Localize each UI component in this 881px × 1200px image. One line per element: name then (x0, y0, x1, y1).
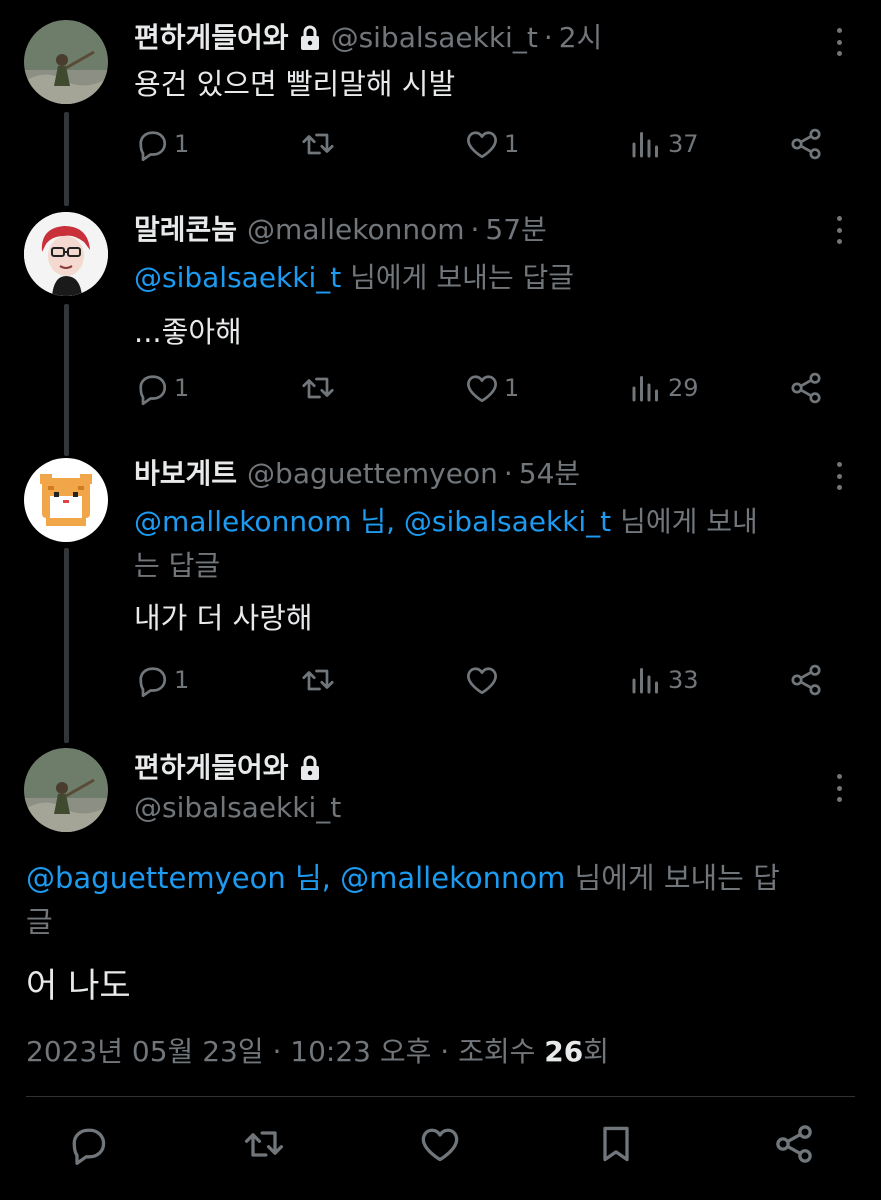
more-options-icon[interactable] (827, 768, 851, 808)
lock-icon (300, 755, 319, 780)
reply-context-wrap: 는 답글 (134, 549, 221, 582)
display-name[interactable]: 말레콘놈 (134, 212, 237, 248)
reply-icon[interactable] (66, 1122, 110, 1166)
avatar[interactable] (24, 212, 108, 296)
separator-dot: · (503, 457, 513, 490)
separator-dot: · (543, 21, 553, 54)
avatar[interactable] (24, 748, 108, 832)
reply-context: @mallekonnom 님, @sibalsaekki_t 님에게 보내 는 … (134, 500, 821, 588)
tweet-actions: 1 1 37 (134, 126, 834, 166)
display-name[interactable]: 바보게트 (134, 456, 237, 492)
views-button[interactable]: 29 (628, 370, 699, 406)
views-icon (632, 132, 658, 158)
thread-connector-line (64, 548, 69, 743)
lock-icon (300, 25, 319, 50)
mention-link[interactable]: @sibalsaekki_t (134, 261, 341, 294)
like-button[interactable] (464, 662, 504, 698)
reply-icon (139, 131, 167, 162)
share-icon (791, 128, 821, 160)
views-button[interactable]: 37 (628, 126, 699, 162)
thread-connector-line (64, 112, 69, 206)
reply-context: @sibalsaekki_t 님에게 보내는 답글 (134, 256, 821, 300)
mention-link[interactable]: @baguettemyeon 님, @mallekonnom (26, 861, 565, 895)
views-icon (632, 376, 658, 402)
display-name[interactable]: 편하게들어와 (134, 750, 289, 786)
heart-icon (467, 375, 497, 403)
avatar[interactable] (24, 458, 108, 542)
more-options-icon[interactable] (827, 456, 851, 496)
username[interactable]: @sibalsaekki_t (331, 20, 538, 56)
mention-link[interactable]: @mallekonnom 님, @sibalsaekki_t (134, 505, 611, 538)
retweet-button[interactable] (300, 370, 340, 406)
heart-icon (467, 667, 497, 695)
reply-icon (139, 667, 167, 698)
username[interactable]: @mallekonnom (247, 212, 464, 248)
tweet-meta: 2023년 05월 23일 · 10:23 오후 · 조회수 26회 (26, 1030, 609, 1070)
reply-count: 1 (174, 666, 190, 694)
thread-connector-line (64, 304, 69, 456)
views-count: 37 (668, 130, 699, 158)
reply-button[interactable]: 1 (134, 662, 189, 698)
reply-context-suffix: 님에게 보내는 답 (565, 861, 780, 895)
heart-icon (467, 131, 497, 159)
like-button[interactable]: 1 (464, 126, 519, 162)
like-button[interactable]: 1 (464, 370, 519, 406)
retweet-button[interactable] (300, 126, 340, 162)
views-count: 29 (668, 374, 699, 402)
reply-icon (139, 375, 167, 406)
views-count: 33 (668, 666, 699, 694)
divider (26, 1096, 855, 1097)
retweet-icon[interactable] (242, 1122, 286, 1166)
username[interactable]: @baguettemyeon (247, 456, 498, 492)
like-count: 1 (504, 374, 520, 402)
avatar[interactable] (24, 20, 108, 104)
share-icon[interactable] (772, 1122, 816, 1166)
display-name[interactable]: 편하게들어와 (134, 20, 289, 56)
retweet-icon (302, 377, 334, 399)
share-icon (791, 664, 821, 696)
tweet-action-bar (0, 1122, 881, 1172)
reply-count: 1 (174, 374, 190, 402)
bookmark-icon[interactable] (594, 1122, 638, 1166)
timestamp[interactable]: 54분 (519, 456, 580, 492)
share-button[interactable] (788, 126, 824, 162)
share-button[interactable] (788, 662, 824, 698)
more-options-icon[interactable] (827, 22, 851, 62)
reply-button[interactable]: 1 (134, 370, 189, 406)
tweet-text: 내가 더 사랑해 (134, 601, 313, 635)
tweet-text: 용건 있으면 빨리말해 시발 (134, 67, 456, 101)
tweet-text: 어 나도 (26, 966, 131, 1006)
heart-icon[interactable] (418, 1122, 462, 1166)
timestamp[interactable]: 2시 (559, 20, 603, 56)
share-button[interactable] (788, 370, 824, 406)
retweet-button[interactable] (300, 662, 340, 698)
reply-context-suffix: 님에게 보내 (611, 505, 758, 538)
view-count: 26 (544, 1035, 584, 1068)
views-button[interactable]: 33 (628, 662, 699, 698)
reply-count: 1 (174, 130, 190, 158)
view-count-suffix: 회 (583, 1035, 610, 1068)
tweet-actions: 1 1 29 (134, 370, 834, 410)
tweet-text: ...좋아해 (134, 315, 242, 349)
retweet-icon (302, 669, 334, 691)
reply-button[interactable]: 1 (134, 126, 189, 162)
more-options-icon[interactable] (827, 210, 851, 250)
views-icon (632, 668, 658, 694)
retweet-icon (302, 133, 334, 155)
separator-dot: · (470, 213, 480, 246)
username[interactable]: @sibalsaekki_t (134, 790, 341, 826)
tweet-actions: 1 33 (134, 662, 834, 702)
reply-context: @baguettemyeon 님, @mallekonnom 님에게 보내는 답… (26, 856, 841, 944)
reply-context-wrap: 글 (26, 905, 53, 939)
like-count: 1 (504, 130, 520, 158)
tweet-date[interactable]: 2023년 05월 23일 · 10:23 오후 · 조회수 (26, 1035, 544, 1068)
share-icon (791, 372, 821, 404)
timestamp[interactable]: 57분 (485, 212, 546, 248)
reply-context-suffix: 님에게 보내는 답글 (341, 261, 575, 294)
